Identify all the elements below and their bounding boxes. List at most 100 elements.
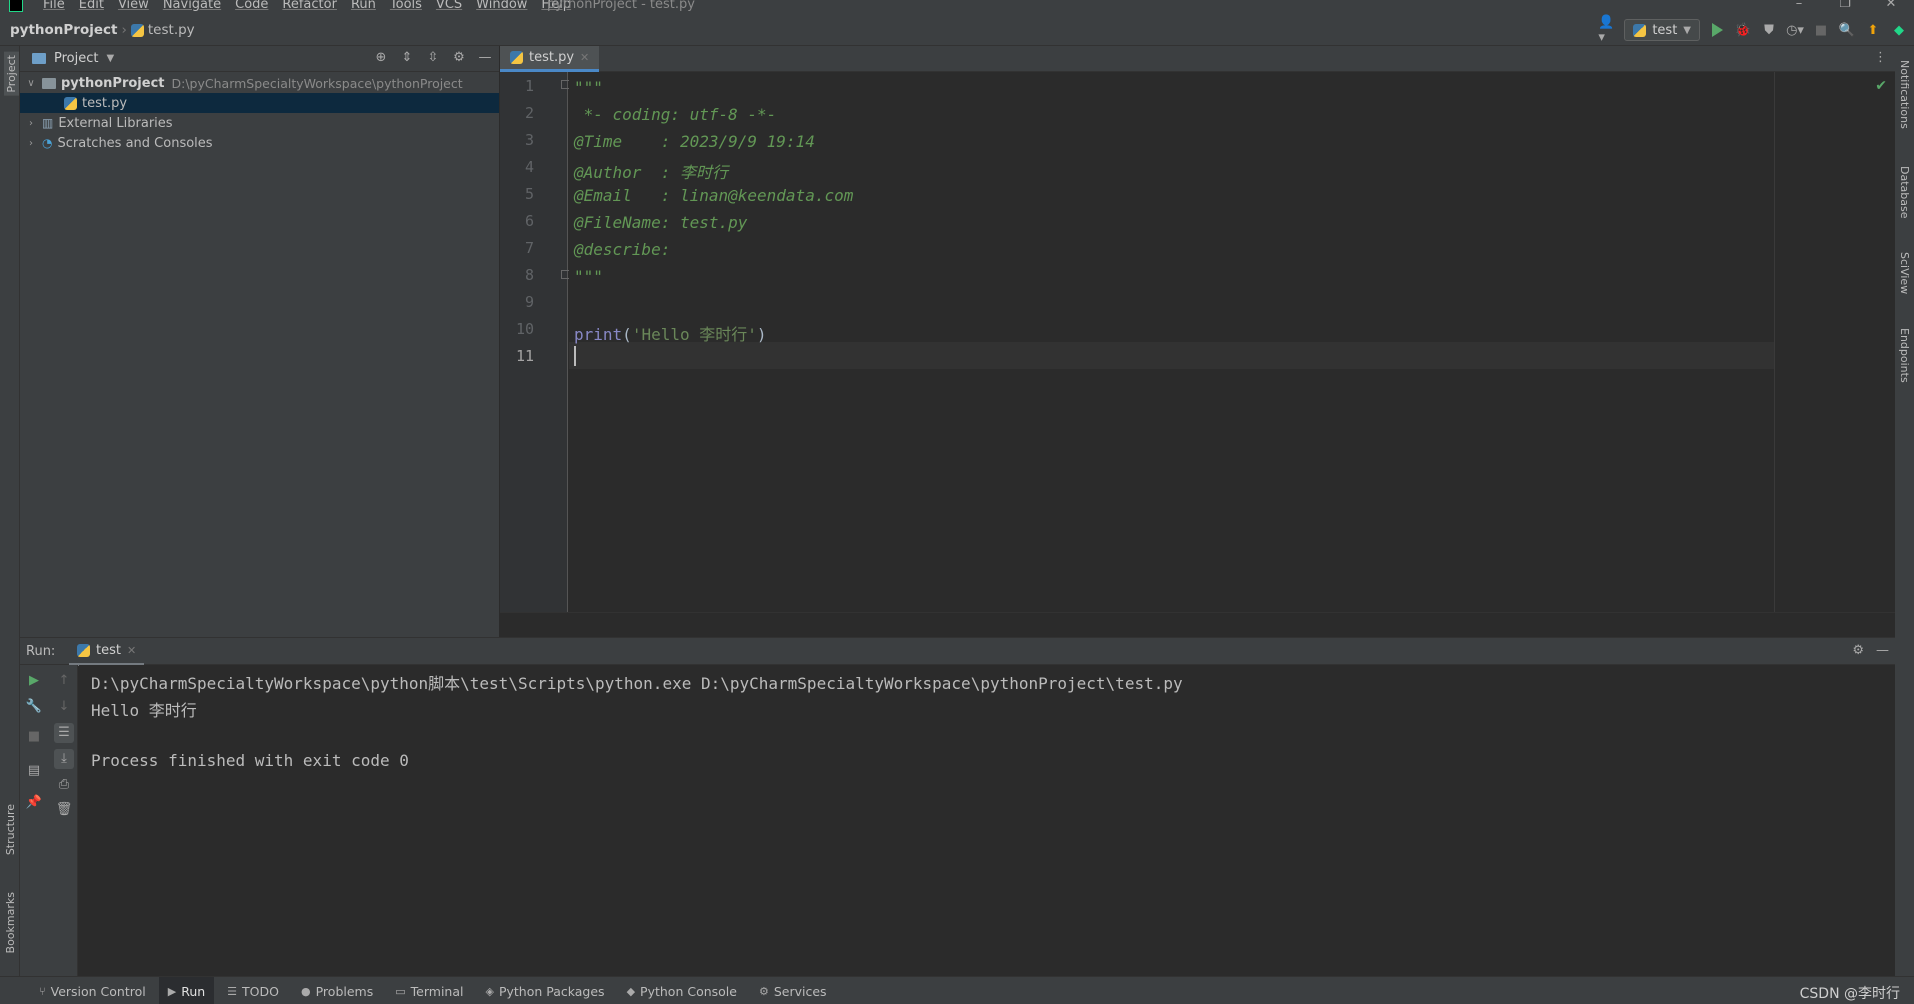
run-toolbar: ▶ ↑ 🔧 ↓ ■ ☰ ⤓ ▤ ⎙ 📌 🗑 <box>20 665 78 976</box>
close-icon[interactable]: ✕ <box>1868 0 1914 11</box>
stripe-endpoints-tab[interactable]: Endpoints <box>1898 328 1911 383</box>
line-number: 9 <box>524 293 534 311</box>
code-editor[interactable]: """ *- coding: utf-8 -*- @Time : 2023/9/… <box>569 72 1895 612</box>
inspection-ok-icon[interactable]: ✔ <box>1875 78 1887 94</box>
project-pane-tools: ⊕ ⇕ ⇳ ⚙ — <box>373 50 493 66</box>
trash-icon[interactable]: 🗑 <box>54 800 74 820</box>
locate-icon[interactable]: ⊕ <box>373 50 389 66</box>
stripe-sciview-tab[interactable]: SciView <box>1898 252 1911 294</box>
breadcrumb-separator-icon: › <box>121 22 127 38</box>
hide-icon[interactable]: — <box>477 50 493 66</box>
code-line: """ <box>574 267 603 286</box>
line-number: 7 <box>524 239 534 257</box>
soft-wrap-icon[interactable]: ☰ <box>54 723 74 743</box>
restore-icon[interactable]: ❐ <box>1822 0 1868 11</box>
menu-code[interactable]: Code <box>235 0 268 12</box>
stripe-project-tab[interactable]: Project <box>4 52 19 96</box>
wrench-icon[interactable]: 🔧 <box>24 697 44 717</box>
update-icon[interactable]: ⬆ <box>1864 21 1882 39</box>
hide-icon[interactable]: — <box>1876 643 1889 658</box>
stop-icon[interactable]: ■ <box>1812 21 1830 39</box>
coverage-icon[interactable]: ⛊ <box>1760 21 1778 39</box>
line-number: 6 <box>524 212 534 230</box>
jetbrains-plugin-icon[interactable]: ◆ <box>1890 21 1908 39</box>
tree-file-test-py[interactable]: test.py <box>20 93 499 113</box>
python-config-icon <box>1633 23 1647 37</box>
pin-icon[interactable]: 📌 <box>24 793 44 813</box>
layout-icon[interactable]: ▤ <box>24 761 44 781</box>
status-python-packages-label: Python Packages <box>498 983 605 999</box>
status-problems[interactable]: ● Problems <box>292 977 382 1004</box>
menu-window[interactable]: Window <box>476 0 527 12</box>
run-icon[interactable] <box>1708 21 1726 39</box>
status-terminal[interactable]: ▭ Terminal <box>386 977 472 1004</box>
navigation-bar: pythonProject › test.py 👤▾ test ▼ 🐞 ⛊ ◷▾… <box>0 14 1914 46</box>
menu-view[interactable]: View <box>118 0 149 12</box>
print-icon[interactable]: ⎙ <box>54 775 74 795</box>
menu-edit[interactable]: Edit <box>79 0 104 12</box>
code-line: """ <box>574 78 603 97</box>
user-icon[interactable]: 👤▾ <box>1598 15 1616 45</box>
editor-tab-test-py[interactable]: test.py ✕ <box>500 46 600 72</box>
menu-refactor[interactable]: Refactor <box>282 0 337 12</box>
tree-external-libraries[interactable]: › ▥ External Libraries <box>20 113 499 133</box>
search-icon[interactable]: 🔍 <box>1838 21 1856 39</box>
chevron-down-icon: ▼ <box>1683 24 1691 36</box>
menu-run[interactable]: Run <box>351 0 376 12</box>
stripe-database-tab[interactable]: Database <box>1898 166 1911 219</box>
stripe-bookmarks-tab[interactable]: Bookmarks <box>4 892 17 953</box>
python-file-icon <box>130 23 144 37</box>
status-run[interactable]: ▶ Run <box>158 977 215 1004</box>
menu-vcs[interactable]: VCS <box>436 0 462 12</box>
tree-root-project[interactable]: ∨ pythonProject D:\pyCharmSpecialtyWorks… <box>20 73 499 93</box>
line-number: 5 <box>524 185 534 203</box>
scroll-to-end-icon[interactable]: ⤓ <box>54 749 74 769</box>
editor-tab-bar: test.py ✕ ⋮ <box>500 46 1895 72</box>
tree-root-name: pythonProject <box>61 75 165 91</box>
status-python-console-label: Python Console <box>640 983 737 999</box>
expand-all-icon[interactable]: ⇕ <box>399 50 415 66</box>
profile-icon[interactable]: ◷▾ <box>1786 21 1804 39</box>
menu-tools[interactable]: Tools <box>390 0 422 12</box>
line-number: 3 <box>524 131 534 149</box>
run-config-select[interactable]: test ▼ <box>1624 19 1700 41</box>
problems-icon: ● <box>301 984 311 998</box>
scratches-icon: ◔ <box>42 136 53 150</box>
chevron-right-icon[interactable]: › <box>24 118 38 129</box>
rerun-icon[interactable]: ▶ <box>24 671 44 691</box>
up-arrow-icon[interactable]: ↑ <box>54 671 74 691</box>
status-services[interactable]: ⚙ Services <box>750 977 836 1004</box>
status-python-packages[interactable]: ◈ Python Packages <box>476 977 613 1004</box>
chevron-right-icon[interactable]: › <box>24 138 38 149</box>
run-console[interactable]: D:\pyCharmSpecialtyWorkspace\python脚本\te… <box>79 665 1895 976</box>
collapse-all-icon[interactable]: ⇳ <box>425 50 441 66</box>
stripe-notifications-tab[interactable]: Notifications <box>1898 60 1911 129</box>
breadcrumb-file[interactable]: test.py <box>148 22 195 38</box>
run-tab-test[interactable]: test ✕ <box>69 638 145 666</box>
more-options-icon[interactable]: ⋮ <box>1874 50 1887 65</box>
editor-horizontal-scroll[interactable] <box>500 612 1895 637</box>
breadcrumb-project[interactable]: pythonProject <box>10 22 117 38</box>
gear-icon[interactable]: ⚙ <box>1852 643 1864 658</box>
stripe-structure-tab[interactable]: Structure <box>4 804 17 855</box>
stop-icon[interactable]: ■ <box>24 727 44 747</box>
toolbar-right: 👤▾ test ▼ 🐞 ⛊ ◷▾ ■ 🔍 ⬆ ◆ <box>1598 15 1908 45</box>
status-version-control[interactable]: ⑂ Version Control <box>30 977 155 1004</box>
status-terminal-label: Terminal <box>410 983 464 999</box>
code-line: *- coding: utf-8 -*- <box>574 105 777 124</box>
tree-scratches[interactable]: › ◔ Scratches and Consoles <box>20 133 499 153</box>
down-arrow-icon[interactable]: ↓ <box>54 697 74 717</box>
menu-file[interactable]: File <box>43 0 65 12</box>
status-todo[interactable]: ☰ TODO <box>218 977 288 1004</box>
menu-navigate[interactable]: Navigate <box>163 0 221 12</box>
chevron-down-icon[interactable]: ∨ <box>24 78 38 89</box>
status-python-console[interactable]: ◆ Python Console <box>618 977 746 1004</box>
project-view-icon <box>32 53 46 64</box>
minimize-icon[interactable]: – <box>1776 0 1822 11</box>
debug-icon[interactable]: 🐞 <box>1734 21 1752 39</box>
close-tab-icon[interactable]: ✕ <box>127 644 136 657</box>
run-tool-window-header: Run: test ✕ ⚙ — <box>20 637 1895 666</box>
close-tab-icon[interactable]: ✕ <box>580 51 589 64</box>
gear-icon[interactable]: ⚙ <box>451 50 467 66</box>
project-view-selector[interactable]: Project ▼ <box>32 51 114 66</box>
